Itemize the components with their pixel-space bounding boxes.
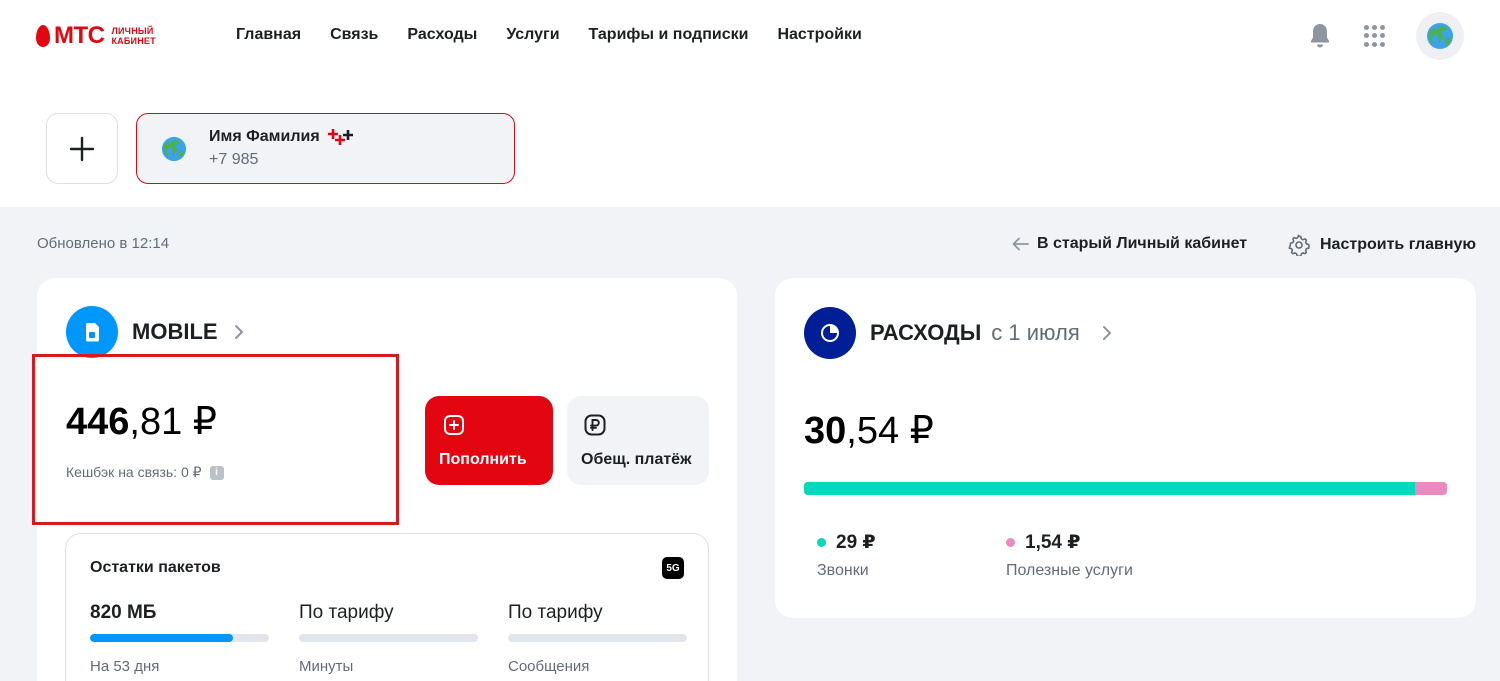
- legend-dot: [817, 538, 826, 547]
- nav-item-expenses[interactable]: Расходы: [407, 26, 477, 44]
- top-bar: МТС ЛИЧНЫЙ КАБИНЕТ Главная Связь Расходы…: [0, 0, 1500, 70]
- expenses-integer: 30: [804, 410, 847, 452]
- packet-value: По тарифу: [299, 602, 394, 623]
- ruble-icon: [584, 414, 606, 436]
- packet-label: На 53 дня: [90, 658, 160, 675]
- globe-avatar-icon: [1427, 23, 1453, 49]
- packet-label: Минуты: [299, 658, 354, 675]
- top-up-button[interactable]: Пополнить: [425, 396, 553, 485]
- packet-progress: [299, 634, 478, 642]
- legend-services: 1,54 ₽ Полезные услуги: [1006, 531, 1133, 580]
- cashback-info: Кешбэк на связь: 0 ₽ i: [66, 464, 224, 481]
- pie-chart-icon: [804, 307, 856, 359]
- main-nav: Главная Связь Расходы Услуги Тарифы и по…: [236, 26, 891, 44]
- expenses-title-link[interactable]: РАСХОДЫ с 1 июля: [870, 320, 1112, 346]
- nav-item-home[interactable]: Главная: [236, 26, 301, 44]
- expenses-title: РАСХОДЫ: [870, 320, 982, 345]
- nav-item-connection[interactable]: Связь: [330, 26, 378, 44]
- plus-square-icon: [444, 415, 464, 435]
- mobile-title-link[interactable]: MOBILE: [132, 319, 244, 345]
- plus-icon: [69, 136, 95, 161]
- sim-card-icon: [66, 306, 118, 358]
- expenses-bar: [804, 482, 1447, 495]
- promised-payment-label: Обещ. платёж: [581, 451, 692, 468]
- expenses-segment-calls: [804, 482, 1415, 495]
- legend-label: Полезные услуги: [1006, 562, 1133, 579]
- info-icon[interactable]: i: [209, 465, 224, 480]
- balance-fraction: ,81 ₽: [129, 401, 217, 443]
- packet-internet: 820 МБ На 53 дня: [90, 602, 269, 675]
- nav-item-settings[interactable]: Настройки: [777, 26, 861, 44]
- legend-dot: [1006, 538, 1015, 547]
- legend-calls: 29 ₽ Звонки: [817, 531, 876, 580]
- customize-home-label: Настроить главную: [1320, 236, 1477, 253]
- expenses-period: с 1 июля: [991, 320, 1080, 345]
- mts-plus-plus-icon: [327, 129, 353, 145]
- customize-home-link[interactable]: Настроить главную: [1288, 234, 1476, 256]
- chevron-right-icon: [1102, 326, 1111, 340]
- packet-label: Сообщения: [508, 658, 590, 675]
- account-card[interactable]: Имя Фамилия +7 985: [136, 113, 515, 184]
- apps-grid-icon[interactable]: [1364, 25, 1386, 47]
- packet-value: По тарифу: [508, 602, 603, 623]
- nav-item-services[interactable]: Услуги: [506, 26, 559, 44]
- old-cabinet-label: В старый Личный кабинет: [1037, 235, 1248, 252]
- profile-avatar[interactable]: [1416, 12, 1464, 60]
- gear-icon: [1288, 234, 1310, 256]
- logo-text: МТС: [54, 22, 105, 49]
- mobile-card: MOBILE 446,81 ₽ Кешбэк на связь: 0 ₽ i П…: [32, 278, 737, 681]
- account-name: Имя Фамилия: [209, 127, 356, 147]
- expenses-fraction: ,54 ₽: [846, 410, 934, 452]
- expenses-amount: 30,54 ₽: [804, 412, 934, 450]
- cashback-text: Кешбэк на связь: 0 ₽: [66, 464, 202, 480]
- mts-logo[interactable]: МТС ЛИЧНЫЙ КАБИНЕТ: [36, 22, 156, 50]
- promised-payment-button[interactable]: Обещ. платёж: [567, 396, 709, 485]
- packet-progress: [90, 634, 269, 642]
- packets-title: Остатки пакетов: [90, 559, 221, 576]
- dashboard-content: Обновлено в 12:14 В старый Личный кабине…: [0, 207, 1500, 681]
- balance-amount: 446,81 ₽: [66, 403, 217, 441]
- packet-progress: [508, 634, 687, 642]
- arrow-left-icon: [1012, 237, 1029, 251]
- mts-egg-icon: [36, 25, 50, 47]
- mobile-title: MOBILE: [132, 319, 218, 344]
- top-icons: [1308, 12, 1464, 60]
- globe-avatar-icon: [161, 136, 187, 162]
- legend-label: Звонки: [817, 562, 869, 579]
- chevron-right-icon: [234, 325, 243, 339]
- packet-minutes: По тарифу Минуты: [299, 602, 478, 675]
- account-name-text: Имя Фамилия: [209, 128, 320, 145]
- balance-integer: 446: [66, 401, 130, 443]
- updated-time: Обновлено в 12:14: [37, 235, 170, 252]
- logo-sub-line2: КАБИНЕТ: [111, 36, 156, 46]
- packet-sms: По тарифу Сообщения: [508, 602, 687, 675]
- bell-icon[interactable]: [1308, 22, 1332, 50]
- expenses-card: РАСХОДЫ с 1 июля 30,54 ₽ 29 ₽ Звонки 1,5…: [775, 278, 1476, 618]
- logo-subtitle: ЛИЧНЫЙ КАБИНЕТ: [111, 26, 155, 46]
- 5g-badge: 5G: [662, 557, 684, 579]
- packet-value: 820 МБ: [90, 602, 157, 623]
- packets-panel[interactable]: Остатки пакетов 5G 820 МБ На 53 дня По т…: [65, 533, 709, 681]
- expenses-segment-services: [1414, 482, 1447, 495]
- top-up-label: Пополнить: [439, 451, 527, 468]
- nav-item-tariffs[interactable]: Тарифы и подписки: [589, 26, 749, 44]
- account-phone: +7 985: [209, 151, 259, 168]
- logo-sub-line1: ЛИЧНЫЙ: [111, 26, 154, 36]
- add-account-button[interactable]: [46, 113, 118, 184]
- legend-value: 1,54 ₽: [1025, 532, 1081, 553]
- old-cabinet-link[interactable]: В старый Личный кабинет: [1012, 235, 1247, 253]
- legend-value: 29 ₽: [836, 532, 876, 553]
